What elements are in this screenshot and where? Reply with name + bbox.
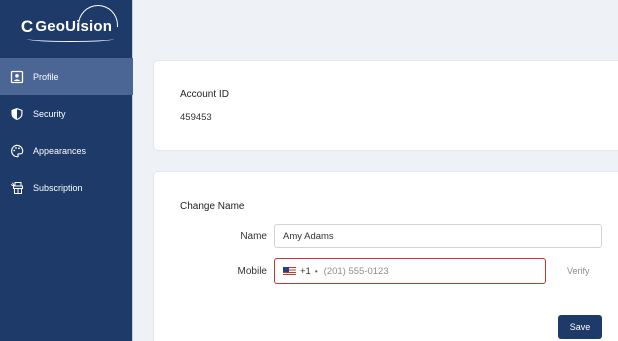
sidebar-item-security[interactable]: Security — [0, 95, 133, 132]
sidebar-item-appearances[interactable]: Appearances — [0, 132, 133, 169]
swoosh-decoration — [26, 36, 115, 42]
name-label: Name — [240, 231, 267, 242]
main-content: Account ID 459453 Change Name Name Amy A… — [134, 0, 618, 341]
mobile-label: Mobile — [237, 266, 267, 277]
name-input-value: Amy Adams — [283, 230, 334, 242]
account-id-title: Account ID — [180, 89, 229, 100]
subscription-icon — [10, 181, 24, 195]
brand-logo[interactable]: C GeoUision — [8, 4, 125, 45]
name-input[interactable]: Amy Adams — [274, 224, 602, 248]
mobile-placeholder: (201) 555-0123 — [323, 265, 389, 277]
country-dropdown-icon[interactable]: • — [315, 267, 318, 276]
change-name-title: Change Name — [180, 201, 245, 212]
palette-icon — [10, 144, 24, 158]
sidebar: C GeoUision Profile Security Appearances — [0, 0, 133, 341]
account-id-value: 459453 — [180, 112, 212, 123]
sidebar-item-subscription[interactable]: Subscription — [0, 169, 133, 206]
save-button[interactable]: Save — [558, 315, 602, 339]
sidebar-item-label: Subscription — [33, 182, 83, 193]
sidebar-nav: Profile Security Appearances Subscriptio… — [0, 58, 133, 206]
logo-mark-icon: C — [20, 16, 34, 36]
cloud-icon — [78, 4, 119, 27]
country-code[interactable]: +1 — [300, 266, 311, 277]
us-flag-icon[interactable] — [283, 267, 296, 275]
sidebar-item-label: Appearances — [33, 145, 87, 156]
profile-icon — [10, 70, 24, 84]
sidebar-item-profile[interactable]: Profile — [0, 58, 133, 95]
change-name-card: Change Name Name Amy Adams Mobile +1 • (… — [154, 172, 618, 341]
verify-button[interactable]: Verify — [567, 266, 590, 276]
shield-icon — [10, 107, 24, 121]
sidebar-item-label: Profile — [33, 71, 59, 82]
mobile-input[interactable]: +1 • (201) 555-0123 — [274, 258, 546, 284]
account-card: Account ID 459453 — [154, 61, 618, 150]
sidebar-item-label: Security — [33, 108, 66, 119]
